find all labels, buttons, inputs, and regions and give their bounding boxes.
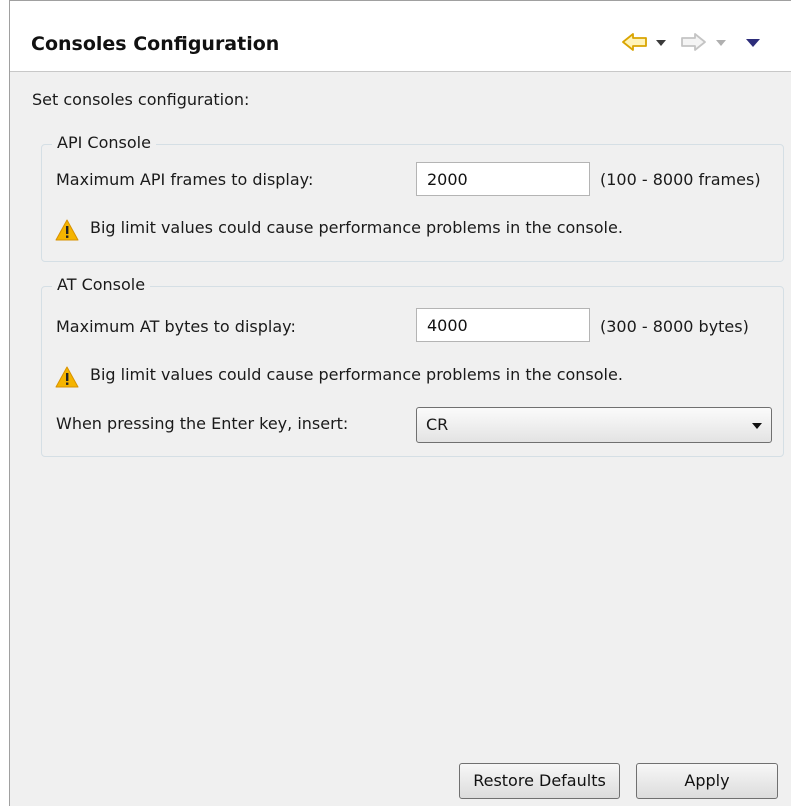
restore-defaults-button[interactable]: Restore Defaults: [459, 763, 620, 799]
page-description: Set consoles configuration:: [32, 90, 250, 109]
enter-key-selected-value: CR: [426, 415, 449, 434]
page-header: Consoles Configuration: [10, 1, 791, 72]
warning-icon: [55, 365, 79, 389]
api-frames-range: (100 - 8000 frames): [600, 170, 761, 189]
back-dropdown-icon[interactable]: [655, 35, 667, 54]
api-warning-text: Big limit values could cause performance…: [90, 218, 623, 237]
api-console-legend: API Console: [52, 133, 156, 152]
at-bytes-label: Maximum AT bytes to display:: [56, 317, 296, 336]
page-title: Consoles Configuration: [31, 33, 280, 55]
api-console-group: API Console Maximum API frames to displa…: [41, 133, 784, 262]
at-console-group: AT Console Maximum AT bytes to display: …: [41, 275, 784, 457]
enter-key-select[interactable]: CR: [416, 407, 772, 443]
enter-key-label: When pressing the Enter key, insert:: [56, 414, 349, 433]
forward-arrow-icon: [679, 31, 707, 57]
navigation-toolbar: [621, 31, 781, 55]
forward-dropdown-icon: [715, 35, 727, 54]
view-menu-icon[interactable]: [745, 35, 761, 54]
at-bytes-range: (300 - 8000 bytes): [600, 317, 749, 336]
api-frames-input[interactable]: [416, 162, 590, 196]
at-bytes-input[interactable]: [416, 308, 590, 342]
at-warning-text: Big limit values could cause performance…: [90, 365, 623, 384]
chevron-down-icon: [751, 417, 763, 436]
back-arrow-icon[interactable]: [621, 31, 649, 57]
at-console-legend: AT Console: [52, 275, 151, 294]
warning-icon: [55, 218, 79, 242]
api-frames-label: Maximum API frames to display:: [56, 170, 314, 189]
apply-button[interactable]: Apply: [636, 763, 778, 799]
preferences-page: Consoles Configuration Set consoles conf…: [9, 0, 791, 806]
